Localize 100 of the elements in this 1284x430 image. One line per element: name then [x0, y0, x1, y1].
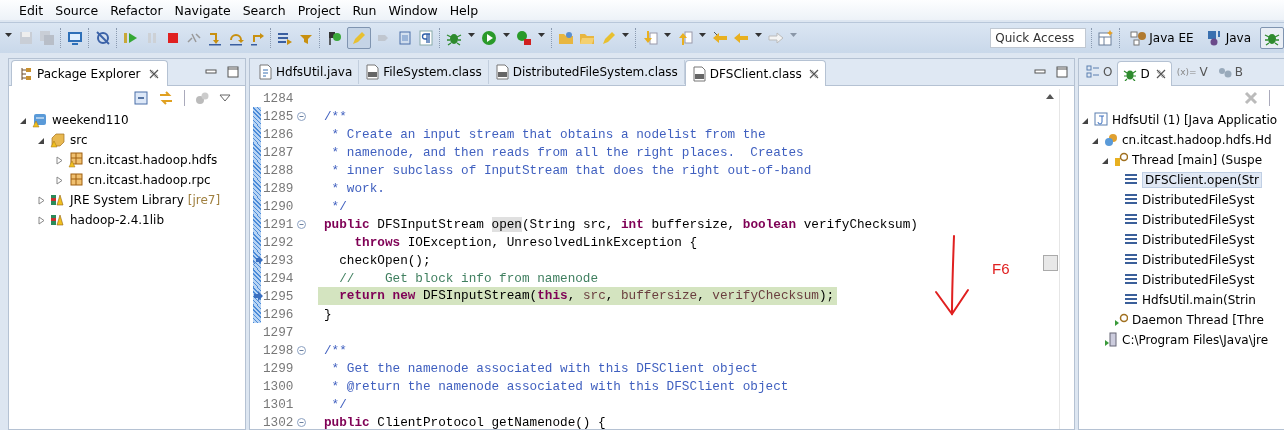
line-number: 1300 — [263, 378, 295, 394]
class-file-icon — [494, 64, 509, 80]
tree-label[interactable]: DistributedFileSyst — [1142, 273, 1255, 287]
tree-label[interactable]: DistributedFileSyst — [1142, 193, 1255, 207]
open-perspective-icon[interactable] — [1098, 30, 1115, 46]
collapse-fold-icon[interactable] — [297, 219, 306, 229]
quick-access-field[interactable]: Quick Access — [990, 28, 1087, 48]
tree-label[interactable]: hadoop-2.4.1lib — [70, 213, 165, 227]
tab-label[interactable]: DistributedFileSystem.class — [512, 65, 678, 79]
collapsed-arrow-icon[interactable] — [55, 155, 64, 165]
collapse-fold-icon[interactable] — [297, 417, 306, 427]
menu-item[interactable]: Project — [292, 2, 346, 18]
editor-tab[interactable]: DFSClient.class — [684, 60, 826, 86]
pen-icon[interactable] — [347, 27, 371, 49]
tree-label[interactable]: DistributedFileSyst — [1142, 233, 1255, 247]
tab-label[interactable]: D — [1140, 66, 1150, 81]
collapse-all-icon[interactable] — [134, 91, 148, 105]
line-number: 1302 — [263, 414, 295, 429]
code-line: throws IOException, UnresolvedLinkException { — [353, 234, 698, 250]
external-tools-icon[interactable] — [516, 30, 532, 46]
monitor-icon[interactable] — [67, 30, 83, 46]
editor-tab[interactable]: FileSystem.class — [359, 60, 489, 84]
tree-label[interactable]: src — [70, 133, 88, 147]
tab-label[interactable]: O — [1103, 65, 1113, 79]
tree-label[interactable]: Daemon Thread [Thre — [1132, 313, 1264, 327]
resume-icon[interactable] — [123, 30, 139, 46]
java-perspective-button[interactable]: Java — [1202, 27, 1255, 49]
line-number: 1298 — [263, 342, 295, 358]
tree-label[interactable]: HdfsUtil.main(Strin — [1142, 293, 1256, 307]
new-breakpoint-icon[interactable] — [326, 30, 342, 46]
line-number: 1299 — [263, 360, 295, 376]
folder-icon[interactable] — [558, 30, 574, 46]
view-tab[interactable]: B — [1212, 60, 1249, 84]
tab-label[interactable]: B — [1234, 65, 1244, 79]
tree-label[interactable]: cn.itcast.hadoop.rpc — [88, 173, 211, 187]
tree-label[interactable]: JRE System Library — [70, 193, 184, 207]
view-tab[interactable]: O — [1081, 60, 1118, 84]
tab-label[interactable]: FileSystem.class — [383, 65, 482, 79]
tree-label[interactable]: Thread [main] (Suspe — [1132, 153, 1263, 167]
line-number: 1284 — [263, 90, 295, 106]
collapse-fold-icon[interactable] — [297, 111, 306, 121]
code-line: // Get block info from namenode — [338, 270, 599, 286]
code-line: /** — [324, 342, 347, 358]
tab-label[interactable]: HdfsUtil.java — [276, 65, 353, 79]
tree-label[interactable]: DFSClient.open(Str — [1142, 172, 1262, 188]
view-tab[interactable]: D — [1117, 60, 1172, 86]
code-line: public ClientProtocol getNamenode() { — [324, 414, 606, 429]
link-with-editor-icon[interactable] — [158, 91, 174, 105]
step-return-icon[interactable] — [249, 30, 265, 46]
collapse-fold-icon[interactable] — [297, 345, 306, 355]
library-icon — [50, 212, 66, 228]
pilcrow-icon[interactable] — [418, 30, 434, 46]
code-line: */ — [330, 198, 347, 214]
menu-item[interactable]: Edit — [14, 2, 49, 18]
tree-label[interactable]: C:\Program Files\Java\jre — [1122, 333, 1269, 347]
class-file-icon — [691, 65, 706, 82]
view-tab[interactable]: (x)= V — [1171, 60, 1213, 84]
panel-tab[interactable]: Package Explorer — [11, 60, 168, 86]
maximize-icon[interactable] — [227, 66, 239, 78]
tree-label[interactable]: HdfsUtil (1) [Java Applicatio — [1112, 113, 1278, 127]
collapsed-arrow-icon[interactable] — [55, 175, 64, 185]
collapsed-arrow-icon[interactable] — [37, 195, 46, 205]
tree-label[interactable]: cn.itcast.hadoop.hdfs — [88, 153, 218, 167]
skip-breakpoints-icon[interactable] — [95, 30, 111, 46]
close-icon[interactable] — [148, 68, 159, 79]
scroll-up-arrow-icon[interactable] — [1045, 93, 1054, 99]
tree-label[interactable]: DistributedFileSyst — [1142, 253, 1255, 267]
menu-item[interactable]: Source — [50, 2, 104, 18]
close-icon[interactable] — [808, 68, 819, 79]
menu-item[interactable]: Run — [347, 2, 382, 18]
editor-tab[interactable]: HdfsUtil.java — [252, 60, 360, 84]
menu-item[interactable]: Window — [383, 2, 443, 18]
collapsed-arrow-icon[interactable] — [37, 215, 46, 225]
tree-label[interactable]: weekend110 — [52, 113, 129, 127]
drop-frame-icon[interactable] — [277, 30, 293, 46]
line-number: 1294 — [263, 270, 295, 286]
tree-label[interactable]: cn.itcast.hadoop.hdfs.Hd — [1122, 133, 1272, 147]
close-icon[interactable] — [1155, 68, 1166, 79]
run-icon[interactable] — [481, 30, 497, 46]
menu-item[interactable]: Search — [237, 2, 291, 18]
menu-item[interactable]: Navigate — [169, 2, 236, 18]
editor-tab[interactable]: DistributedFileSystem.class — [488, 60, 685, 84]
java-ee-perspective-button[interactable]: Java EE — [1126, 27, 1198, 49]
maximize-icon[interactable] — [1056, 66, 1068, 78]
stop-icon[interactable] — [165, 30, 181, 46]
tree-decoration: [jre7] — [187, 193, 221, 207]
step-into-icon[interactable] — [207, 30, 223, 46]
scrollbar-thumb[interactable] — [1043, 255, 1058, 271]
tab-label[interactable]: V — [1199, 65, 1208, 79]
code-line: * Create an input stream that obtains a nodelist from the — [330, 126, 766, 142]
line-number: 1292 — [263, 234, 295, 250]
menu-item[interactable]: Help — [444, 2, 484, 18]
debug-perspective-button[interactable] — [1260, 27, 1284, 49]
source-folder-icon — [50, 132, 66, 148]
menu-item[interactable]: Refactor — [105, 2, 168, 18]
tree-label[interactable]: DistributedFileSyst — [1142, 213, 1255, 227]
annotation-label: F6 — [992, 260, 1010, 277]
view-menu-icon[interactable] — [219, 93, 231, 103]
library-icon — [50, 192, 66, 208]
tab-label[interactable]: DFSClient.class — [709, 66, 802, 81]
